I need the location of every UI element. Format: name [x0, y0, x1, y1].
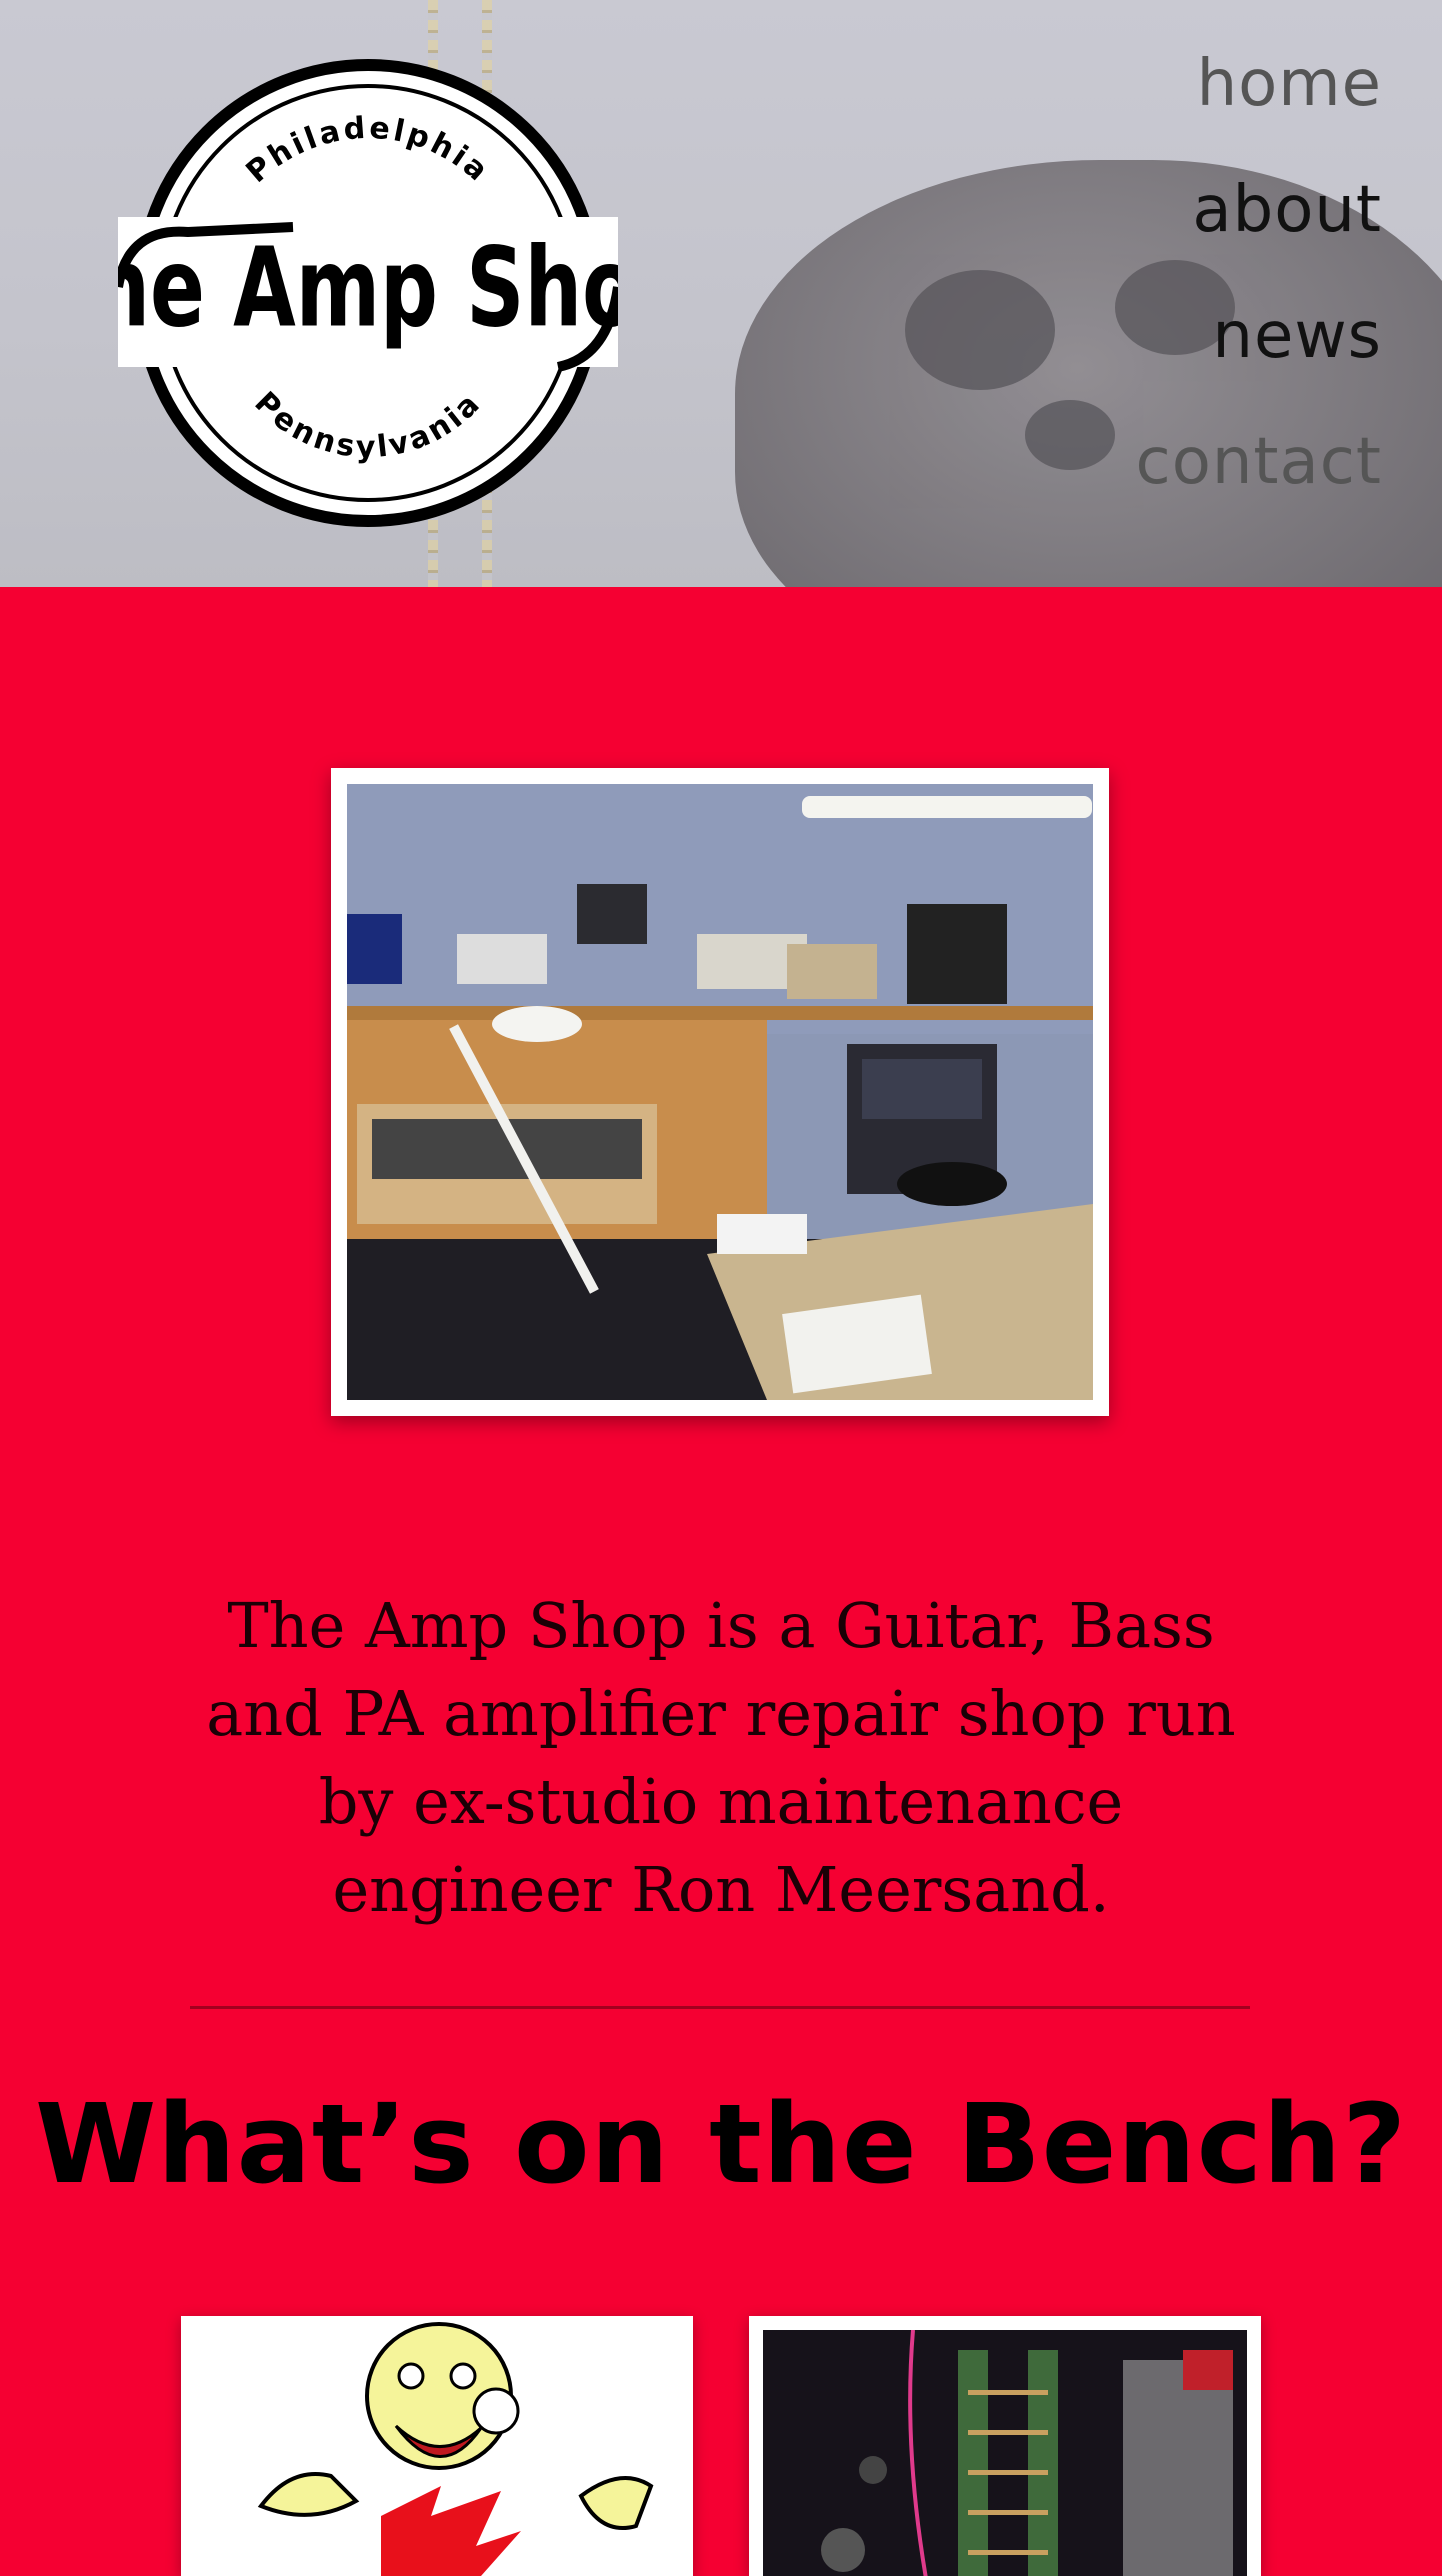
bench-section-title: What’s on the Bench? [34, 2080, 1408, 2208]
nav-home-link[interactable]: home [1136, 52, 1383, 116]
bench-card-mascot[interactable] [181, 2316, 693, 2576]
bench-card-amp-chassis[interactable] [749, 2316, 1261, 2576]
main-nav: home about news contact [1136, 52, 1383, 556]
intro-paragraph: The Amp Shop is a Guitar, Bass and PA am… [206, 1589, 1236, 1926]
logo-badge[interactable]: Philadelphia Pennsylvania The Amp Shop [37, 57, 696, 529]
section-divider [190, 2006, 1250, 2009]
workshop-photo [331, 768, 1109, 1416]
logo-wordmark: The Amp Shop [118, 223, 618, 352]
nav-contact-link[interactable]: contact [1136, 430, 1383, 494]
amp-chassis-image [763, 2329, 1247, 2576]
nav-news-link[interactable]: news [1136, 304, 1383, 368]
mascot-image [181, 2316, 693, 2576]
site-header: Philadelphia Pennsylvania The Amp Shop h… [0, 0, 1442, 587]
nav-about-link[interactable]: about [1136, 178, 1383, 242]
